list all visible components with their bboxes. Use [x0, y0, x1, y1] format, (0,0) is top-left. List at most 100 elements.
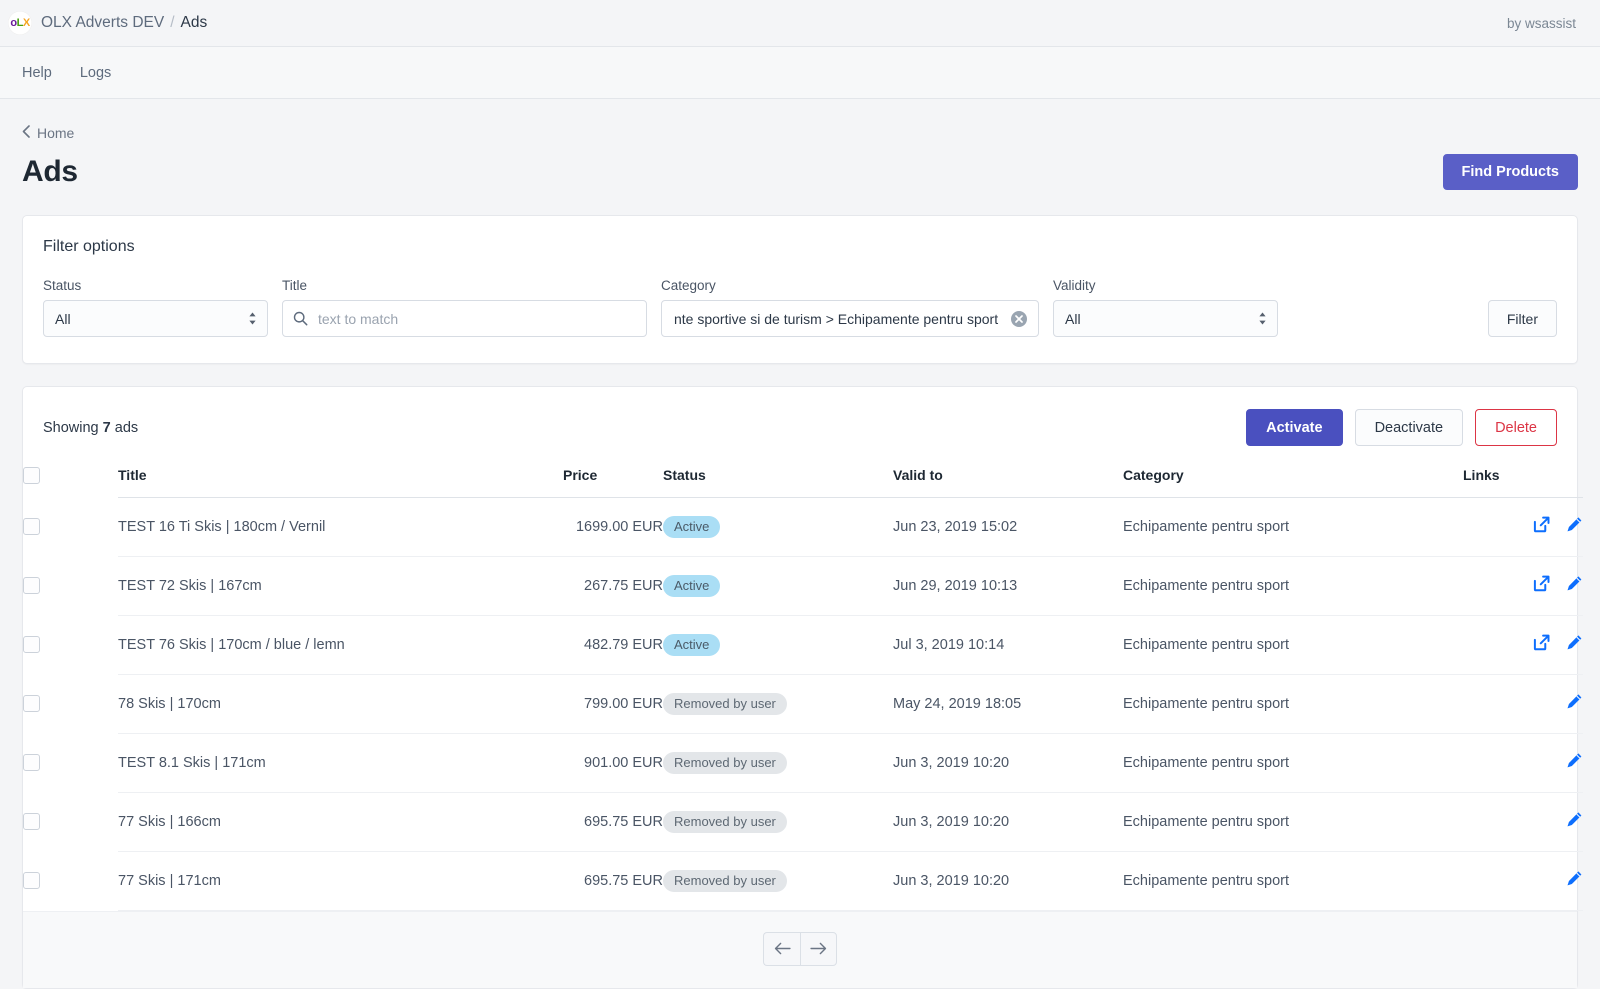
row-checkbox[interactable] — [23, 695, 40, 712]
row-category: Echipamente pentru sport — [1123, 556, 1463, 615]
back-link-label: Home — [37, 125, 74, 141]
page-content: Home Ads Find Products Filter options St… — [0, 99, 1600, 989]
previous-page-button[interactable] — [763, 932, 800, 966]
chevron-left-icon — [22, 125, 30, 141]
app-name[interactable]: OLX Adverts DEV — [41, 14, 164, 31]
row-checkbox[interactable] — [23, 754, 40, 771]
edit-pencil-icon[interactable] — [1566, 752, 1583, 769]
table-row: TEST 72 Skis | 167cm267.75 EURActiveJun … — [23, 556, 1583, 615]
row-status-cell: Active — [663, 497, 893, 556]
category-input-wrapper[interactable] — [661, 300, 1039, 337]
row-price: 1699.00 EUR — [563, 497, 663, 556]
showing-count-text: Showing 7 ads — [43, 420, 138, 436]
table-row: TEST 16 Ti Skis | 180cm / Vernil1699.00 … — [23, 497, 1583, 556]
row-category: Echipamente pentru sport — [1123, 792, 1463, 851]
table-row: 77 Skis | 171cm695.75 EURRemoved by user… — [23, 851, 1583, 910]
showing-prefix: Showing — [43, 420, 99, 436]
row-price: 482.79 EUR — [563, 615, 663, 674]
nav-item-logs[interactable]: Logs — [66, 59, 125, 87]
category-input[interactable] — [672, 301, 1004, 336]
row-status-cell: Active — [663, 556, 893, 615]
row-checkbox[interactable] — [23, 636, 40, 653]
delete-button[interactable]: Delete — [1475, 409, 1557, 446]
row-category: Echipamente pentru sport — [1123, 851, 1463, 910]
edit-pencil-icon[interactable] — [1566, 870, 1583, 887]
showing-suffix: ads — [115, 420, 138, 436]
edit-pencil-icon[interactable] — [1566, 811, 1583, 828]
row-select-cell — [23, 556, 118, 615]
row-title: TEST 72 Skis | 167cm — [118, 556, 563, 615]
filter-category-group: Category — [661, 278, 1039, 337]
row-valid-to: Jun 3, 2019 10:20 — [893, 733, 1123, 792]
pagination-controls — [763, 932, 837, 966]
row-checkbox[interactable] — [23, 813, 40, 830]
status-badge: Active — [663, 516, 720, 538]
row-checkbox[interactable] — [23, 872, 40, 889]
validity-select[interactable]: All — [1053, 300, 1278, 337]
nav-item-help[interactable]: Help — [8, 59, 66, 87]
title-search-input[interactable] — [316, 301, 636, 336]
status-select[interactable]: All — [43, 300, 268, 337]
row-title: 77 Skis | 166cm — [118, 792, 563, 851]
select-all-checkbox[interactable] — [23, 467, 40, 484]
filter-options-heading: Filter options — [43, 238, 1557, 256]
edit-pencil-icon[interactable] — [1566, 575, 1583, 592]
find-products-button[interactable]: Find Products — [1443, 154, 1578, 190]
edit-pencil-icon[interactable] — [1566, 516, 1583, 533]
next-page-button[interactable] — [800, 932, 837, 966]
clear-category-icon[interactable] — [1010, 310, 1028, 328]
row-links-cell — [1463, 674, 1583, 733]
title-input-wrapper[interactable] — [282, 300, 647, 337]
activate-button[interactable]: Activate — [1246, 409, 1342, 446]
row-status-cell: Removed by user — [663, 733, 893, 792]
row-price: 695.75 EUR — [563, 792, 663, 851]
filter-button[interactable]: Filter — [1488, 300, 1557, 337]
row-valid-to: May 24, 2019 18:05 — [893, 674, 1123, 733]
external-link-icon[interactable] — [1533, 575, 1550, 592]
row-checkbox[interactable] — [23, 577, 40, 594]
edit-pencil-icon[interactable] — [1566, 634, 1583, 651]
row-checkbox[interactable] — [23, 518, 40, 535]
row-links-cell — [1463, 615, 1583, 674]
row-price: 695.75 EUR — [563, 851, 663, 910]
row-links-cell — [1463, 497, 1583, 556]
table-header-row: Title Price Status Valid to Category Lin… — [23, 466, 1583, 497]
row-select-cell — [23, 674, 118, 733]
select-all-header — [23, 466, 118, 497]
ads-table-body: TEST 16 Ti Skis | 180cm / Vernil1699.00 … — [23, 497, 1583, 910]
page-header: Ads Find Products — [22, 149, 1578, 195]
breadcrumb-current-page: Ads — [181, 14, 208, 31]
status-badge: Active — [663, 634, 720, 656]
external-link-icon[interactable] — [1533, 516, 1550, 533]
table-row: TEST 76 Skis | 170cm / blue / lemn482.79… — [23, 615, 1583, 674]
column-header-title: Title — [118, 466, 563, 497]
external-link-icon[interactable] — [1533, 634, 1550, 651]
filter-options-card: Filter options Status All Title — [22, 215, 1578, 364]
status-badge: Removed by user — [663, 693, 787, 715]
row-title: 77 Skis | 171cm — [118, 851, 563, 910]
row-links-cell — [1463, 733, 1583, 792]
page-title: Ads — [22, 155, 78, 189]
column-header-links: Links — [1463, 466, 1583, 497]
row-select-cell — [23, 851, 118, 910]
row-valid-to: Jun 3, 2019 10:20 — [893, 792, 1123, 851]
row-price: 267.75 EUR — [563, 556, 663, 615]
main-navigation: Help Logs — [0, 47, 1600, 99]
row-select-cell — [23, 792, 118, 851]
row-title: 78 Skis | 170cm — [118, 674, 563, 733]
status-badge: Removed by user — [663, 752, 787, 774]
back-to-home-link[interactable]: Home — [22, 99, 74, 141]
row-price: 799.00 EUR — [563, 674, 663, 733]
row-select-cell — [23, 615, 118, 674]
logo-letter-x: X — [23, 17, 30, 29]
status-badge: Active — [663, 575, 720, 597]
row-valid-to: Jul 3, 2019 10:14 — [893, 615, 1123, 674]
deactivate-button[interactable]: Deactivate — [1355, 409, 1464, 446]
olx-logo-icon: oLX — [8, 11, 32, 35]
ads-table-header: Title Price Status Valid to Category Lin… — [23, 466, 1583, 497]
column-header-price: Price — [563, 466, 663, 497]
edit-pencil-icon[interactable] — [1566, 693, 1583, 710]
showing-count: 7 — [103, 420, 111, 436]
filter-title-group: Title — [282, 278, 647, 337]
top-bar: oLX OLX Adverts DEV/Ads by wsassist — [0, 0, 1600, 47]
